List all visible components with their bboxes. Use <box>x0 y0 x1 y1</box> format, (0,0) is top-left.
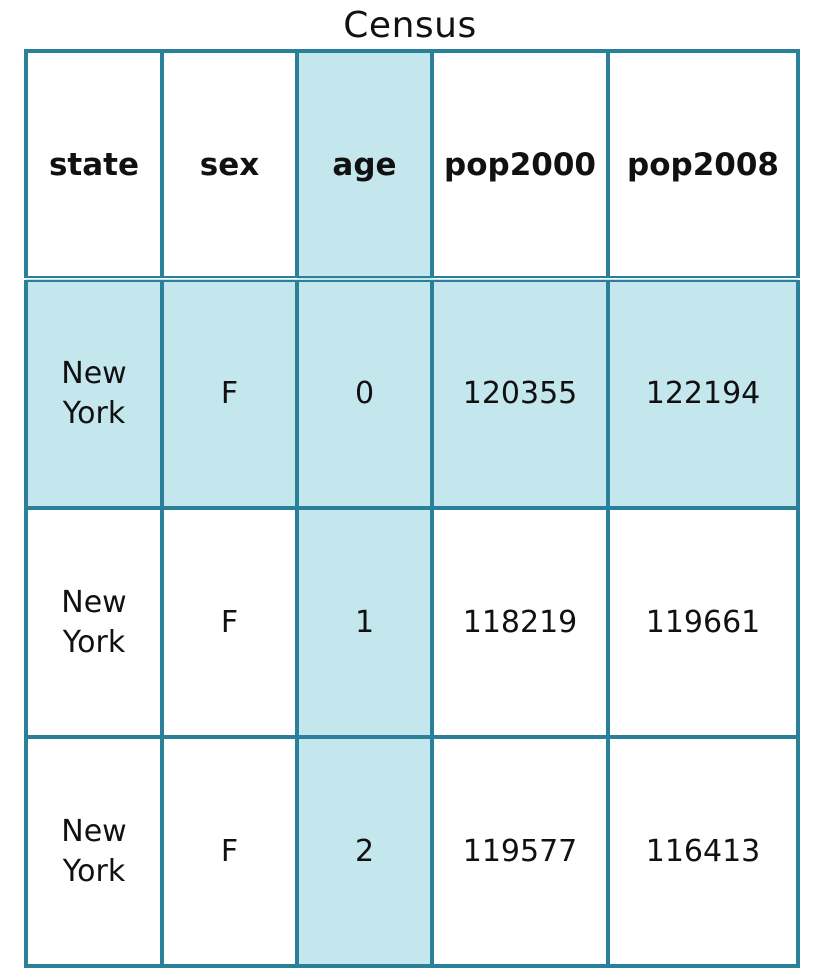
cell-age: 0 <box>295 277 434 510</box>
header-pop2008: pop2008 <box>606 49 800 282</box>
state-value: New York <box>61 356 127 431</box>
cell-pop2000: 120355 <box>430 277 610 510</box>
cell-state: New York <box>24 506 164 739</box>
census-table: state sex age pop2000 pop2008 New York F… <box>24 49 800 968</box>
cell-pop2008: 116413 <box>606 735 800 968</box>
cell-age: 1 <box>295 506 434 739</box>
state-value: New York <box>61 584 127 660</box>
cell-pop2008: 122194 <box>606 277 800 510</box>
cell-pop2008: 119661 <box>606 506 800 739</box>
cell-sex: F <box>160 277 299 510</box>
state-value: New York <box>61 813 127 889</box>
cell-sex: F <box>160 506 299 739</box>
cell-state: New York <box>24 735 164 968</box>
table-row: New York F 0 120355 122194 <box>24 277 800 510</box>
header-pop2000: pop2000 <box>430 49 610 282</box>
header-state: state <box>24 49 164 282</box>
cell-sex: F <box>160 735 299 968</box>
cell-age: 2 <box>295 735 434 968</box>
table-row: New York F 2 119577 116413 <box>24 735 800 968</box>
header-sex: sex <box>160 49 299 282</box>
table-title: Census <box>343 5 477 46</box>
cell-pop2000: 119577 <box>430 735 610 968</box>
cell-state: New York <box>24 277 164 510</box>
cell-pop2000: 118219 <box>430 506 610 739</box>
header-row: state sex age pop2000 pop2008 <box>24 49 800 282</box>
table-row: New York F 1 118219 119661 <box>24 506 800 739</box>
census-slide: Census state sex age pop2000 pop2008 New… <box>0 0 830 978</box>
header-age: age <box>295 49 434 282</box>
